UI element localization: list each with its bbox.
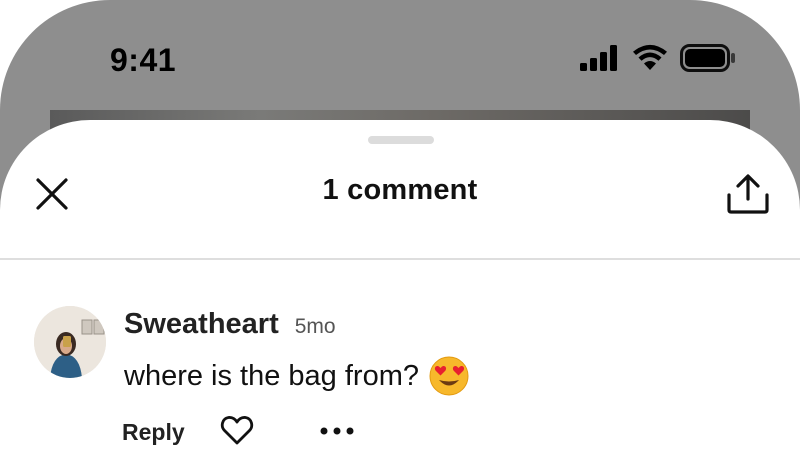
status-bar: 9:41	[0, 0, 800, 110]
avatar[interactable]	[34, 306, 106, 378]
sheet-grabber[interactable]	[368, 136, 434, 144]
status-icons	[580, 43, 736, 77]
header-divider	[0, 258, 800, 260]
share-button[interactable]	[724, 172, 772, 220]
comment-body: Sweatheart 5mo where is the bag from?	[124, 308, 469, 398]
heart-eyes-emoji-icon	[429, 356, 469, 396]
comment-item: Sweatheart 5mo where is the bag from? Re…	[34, 306, 774, 446]
heart-icon	[220, 415, 254, 450]
status-time: 9:41	[110, 42, 177, 78]
sheet-title: 1 comment	[322, 174, 478, 206]
comment-text-row: where is the bag from?	[124, 354, 469, 398]
sheet-header: 1 comment	[0, 160, 800, 220]
comment-timestamp: 5mo	[294, 315, 336, 338]
phone-screen: 9:41 1 comment Sweatheart 5mo where is t…	[0, 0, 800, 450]
comments-sheet: 1 comment Sweatheart 5mo where is the ba…	[0, 120, 800, 450]
reply-button[interactable]: Reply	[122, 419, 185, 446]
share-icon	[726, 173, 770, 220]
wifi-icon	[632, 44, 668, 77]
more-options-button[interactable]	[317, 414, 357, 450]
cellular-signal-icon	[580, 44, 620, 76]
comment-username[interactable]: Sweatheart	[124, 308, 279, 341]
comment-meta: Sweatheart 5mo	[124, 308, 469, 348]
comment-text: where is the bag from?	[124, 359, 419, 392]
more-options-icon	[319, 423, 355, 441]
battery-icon	[680, 43, 736, 77]
like-button[interactable]	[219, 414, 255, 450]
comment-actions: Reply	[122, 412, 357, 450]
